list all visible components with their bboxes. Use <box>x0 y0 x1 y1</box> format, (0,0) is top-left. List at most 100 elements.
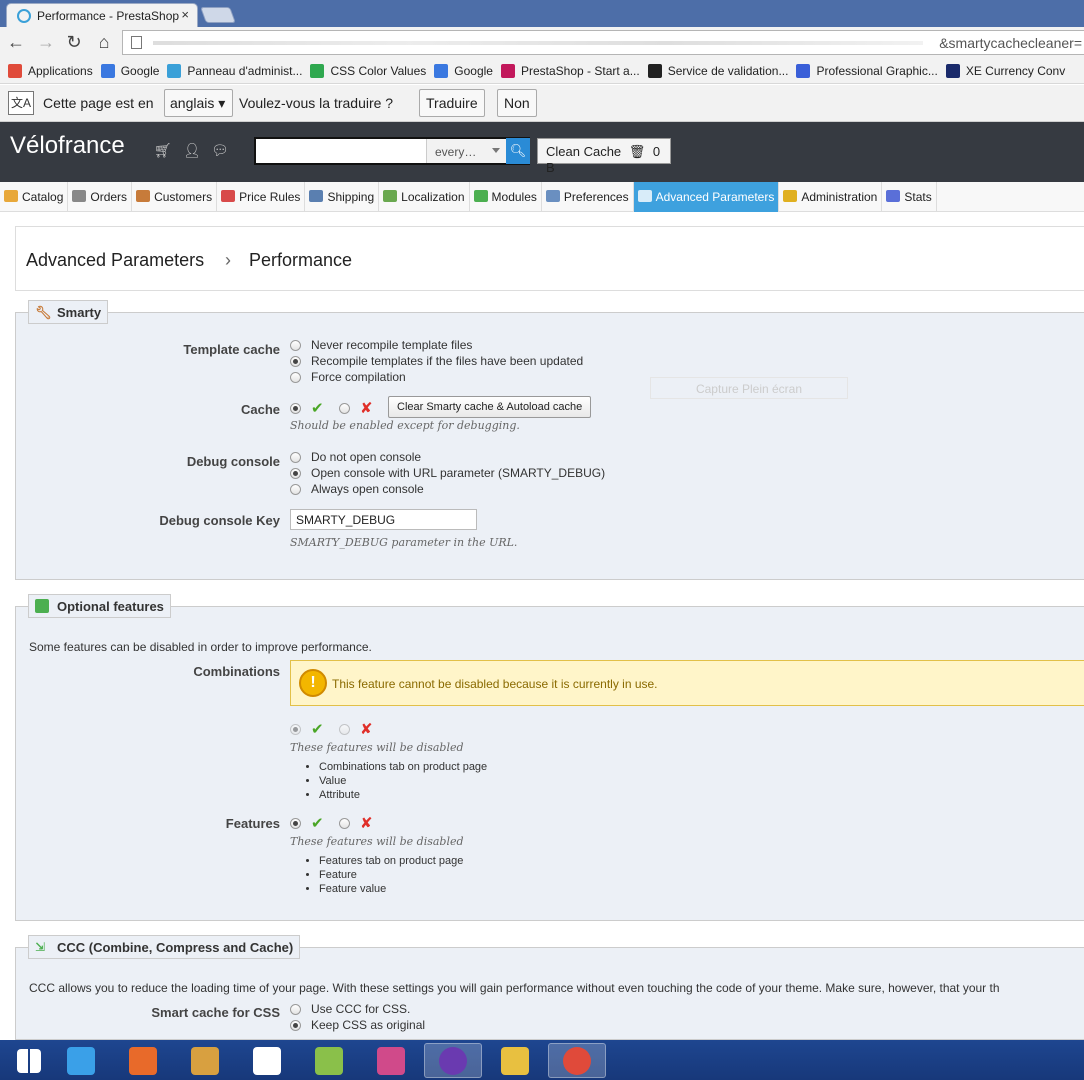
features-yes-radio[interactable] <box>290 817 301 829</box>
debug-console-option[interactable]: Open console with URL parameter (SMARTY_… <box>290 466 605 480</box>
debug-console-option-label: Open console with URL parameter (SMARTY_… <box>311 466 606 480</box>
taskbar-explorer-button[interactable] <box>486 1043 544 1078</box>
menu-item-label: Catalog <box>22 190 64 204</box>
cart-icon[interactable]: 🛒︎ <box>154 142 172 159</box>
combinations-no-option: ✘ <box>339 720 373 738</box>
debug-console-radio[interactable] <box>290 451 301 463</box>
bookmark-favicon-icon <box>434 63 449 78</box>
bookmark-item[interactable]: Applications <box>8 63 93 78</box>
template-cache-radio[interactable] <box>290 371 301 383</box>
home-icon[interactable]: ⌂ <box>94 32 114 52</box>
menu-item-shipping[interactable]: Shipping <box>305 182 380 212</box>
no-translate-button[interactable]: Non <box>497 89 537 117</box>
breadcrumb-parent[interactable]: Advanced Parameters <box>26 250 204 271</box>
taskbar-amazon-button[interactable] <box>238 1043 296 1078</box>
css-cache-option[interactable]: Keep CSS as original <box>290 1018 425 1032</box>
template-cache-option[interactable]: Force compilation <box>290 370 406 384</box>
bookmark-label: XE Currency Conv <box>965 63 1066 78</box>
menu-item-label: Shipping <box>327 190 375 204</box>
taskbar-paint-button[interactable] <box>362 1043 420 1078</box>
bookmark-item[interactable]: XE Currency Conv <box>945 63 1066 78</box>
menu-item-price-rules[interactable]: Price Rules <box>217 182 306 212</box>
menu-item-stats[interactable]: Stats <box>882 182 937 212</box>
menu-item-orders[interactable]: Orders <box>68 182 133 212</box>
reload-icon[interactable]: ↻ <box>64 32 84 52</box>
bookmark-item[interactable]: Panneau d'administ... <box>167 63 302 78</box>
prestashop-favicon-icon <box>17 8 31 23</box>
template-cache-option[interactable]: Never recompile template files <box>290 338 472 352</box>
app-purple-icon <box>439 1046 467 1075</box>
css-cache-radio[interactable] <box>290 1019 301 1031</box>
taskbar-start-button[interactable] <box>0 1043 58 1078</box>
browser-tab-performance[interactable]: Performance - PrestaShop × <box>6 3 198 27</box>
bookmark-item[interactable]: CSS Color Values <box>310 63 426 78</box>
template-cache-radio[interactable] <box>290 355 301 367</box>
customers-icon[interactable]: 👤︎ <box>183 142 201 159</box>
menu-item-modules[interactable]: Modules <box>470 182 542 212</box>
cache-yes-option[interactable]: ✔ <box>290 399 324 417</box>
features-no-option[interactable]: ✘ <box>339 814 373 832</box>
menu-item-label: Price Rules <box>239 190 301 204</box>
start-icon <box>17 1048 41 1073</box>
explorer-icon <box>501 1046 529 1075</box>
css-cache-radio[interactable] <box>290 1003 301 1015</box>
shop-name[interactable]: Vélofrance <box>10 132 125 160</box>
features-yes-option[interactable]: ✔ <box>290 814 324 832</box>
browser-toolbar: ← → ↻ ⌂ &smartycachecleaner= <box>0 27 1084 58</box>
menu-item-localization[interactable]: Localization <box>379 182 470 212</box>
list-item: Feature <box>319 868 463 882</box>
taskbar-internet-explorer-button[interactable] <box>52 1043 110 1078</box>
debug-key-input[interactable]: SMARTY_DEBUG <box>290 509 477 530</box>
menu-item-advanced-parameters[interactable]: Advanced Parameters <box>633 182 780 212</box>
bookmark-item[interactable]: Service de validation... <box>647 63 788 78</box>
features-no-radio[interactable] <box>339 817 350 829</box>
list-item: Features tab on product page <box>319 854 463 868</box>
cross-icon: ✘ <box>360 815 373 832</box>
cache-yes-radio[interactable] <box>290 402 301 414</box>
cache-no-radio[interactable] <box>339 402 350 414</box>
taskbar-chrome-button[interactable] <box>548 1043 606 1078</box>
debug-console-option[interactable]: Do not open console <box>290 450 421 464</box>
bookmark-item[interactable]: Professional Graphic... <box>796 63 938 78</box>
translate-button[interactable]: Traduire <box>419 89 485 117</box>
bookmark-item[interactable]: Google <box>100 63 159 78</box>
template-cache-option-label: Recompile templates if the files have be… <box>311 354 584 368</box>
search-input[interactable] <box>256 139 426 163</box>
debug-console-option[interactable]: Always open console <box>290 482 424 496</box>
taskbar-app-orange-button[interactable] <box>114 1043 172 1078</box>
forward-arrow-icon[interactable]: → <box>36 32 56 52</box>
menu-item-administration[interactable]: Administration <box>779 182 883 212</box>
css-cache-option[interactable]: Use CCC for CSS. <box>290 1002 410 1016</box>
bookmarks-bar: Applications Google Panneau d'administ... C… <box>0 58 1084 84</box>
list-item: Feature value <box>319 882 463 896</box>
clean-cache-button[interactable]: Clean Cache 🗑︎ 0 B <box>537 138 671 175</box>
address-bar[interactable]: &smartycachecleaner= <box>122 30 1084 55</box>
bookmark-item[interactable]: Google <box>434 63 493 78</box>
taskbar-app-tools-button[interactable] <box>176 1043 234 1078</box>
bookmark-favicon-icon <box>647 63 662 78</box>
tab-close-icon[interactable]: × <box>181 7 189 22</box>
template-cache-radio[interactable] <box>290 339 301 351</box>
taskbar-app-purple-button[interactable] <box>424 1043 482 1078</box>
debug-console-radio[interactable] <box>290 483 301 495</box>
menu-item-customers[interactable]: Customers <box>132 182 218 212</box>
debug-console-radio[interactable] <box>290 467 301 479</box>
template-cache-option[interactable]: Recompile templates if the files have be… <box>290 354 583 368</box>
translate-bar: 文A Cette page est en anglais ▾ Voulez-vo… <box>0 85 1084 122</box>
new-tab-button[interactable] <box>200 7 236 23</box>
debug-key-label: Debug console Key <box>159 513 280 528</box>
back-arrow-icon[interactable]: ← <box>6 32 26 52</box>
cache-no-option[interactable]: ✘ <box>339 399 373 417</box>
taskbar-notepad-button[interactable] <box>300 1043 358 1078</box>
language-select[interactable]: anglais ▾ <box>164 89 233 117</box>
menu-item-catalog[interactable]: Catalog <box>0 182 69 212</box>
bookmark-item[interactable]: PrestaShop - Start a... <box>500 63 640 78</box>
menu-icon <box>473 190 488 202</box>
app-tools-icon <box>191 1046 219 1075</box>
search-icon[interactable]: 🔍︎ <box>506 138 530 164</box>
search-scope-select[interactable]: every… <box>426 139 506 163</box>
messages-icon[interactable]: 💬︎ <box>211 142 229 159</box>
menu-item-preferences[interactable]: Preferences <box>542 182 634 212</box>
clear-smarty-cache-button[interactable]: Clear Smarty cache & Autoload cache <box>388 396 592 418</box>
optional-features-fieldset: Optional features Some features can be d… <box>15 594 1084 921</box>
